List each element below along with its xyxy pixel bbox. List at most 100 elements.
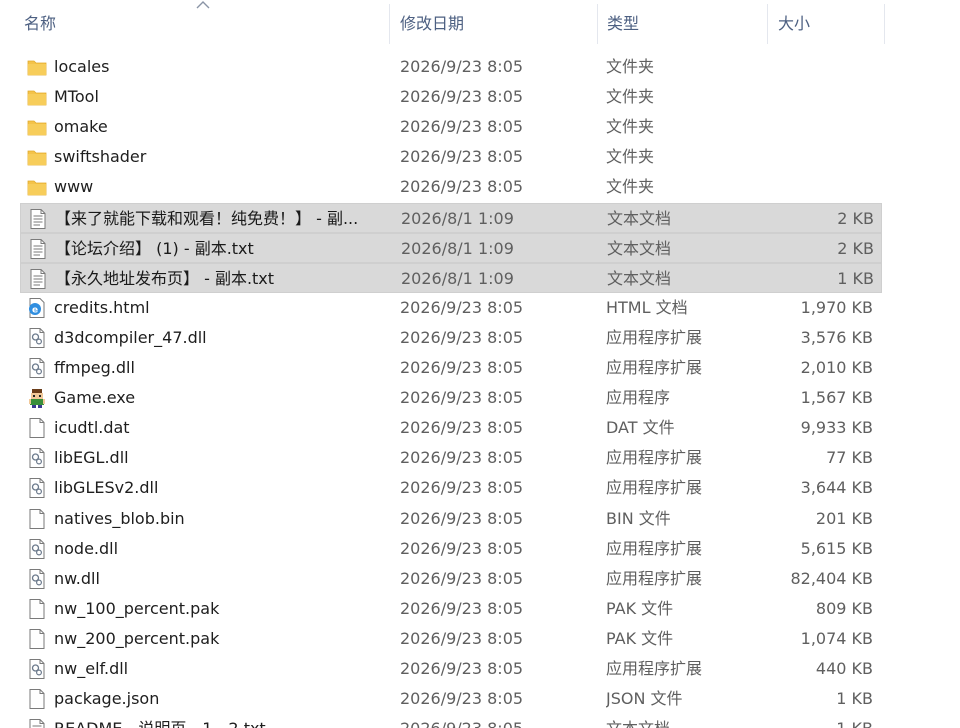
file-type: 文本文档 [606, 714, 766, 728]
file-row[interactable]: nw.dll 2026/9/23 8:05 应用程序扩展 82,404 KB [20, 564, 882, 594]
file-type: 文本文档 [607, 238, 672, 258]
file-modified-date: 2026/9/23 8:05 [400, 478, 524, 498]
file-size: 1 KB [837, 268, 874, 288]
file-size [760, 142, 873, 172]
blank-file-icon [26, 688, 48, 710]
file-row[interactable]: www 2026/9/23 8:05 文件夹 [20, 172, 882, 202]
file-size: 5,615 KB [800, 538, 873, 558]
file-type: 文件夹 [606, 87, 655, 107]
file-size: 1 KB [760, 714, 873, 728]
file-type: HTML 文档 [606, 297, 688, 317]
file-name: nw_100_percent.pak [54, 598, 220, 618]
file-name: credits.html [54, 297, 150, 317]
file-size: 1 KB [836, 689, 873, 709]
file-modified-date: 2026/8/1 1:09 [401, 238, 514, 258]
file-row[interactable]: node.dll 2026/9/23 8:05 应用程序扩展 5,615 KB [20, 534, 882, 564]
file-modified-date: 2026/9/23 8:05 [400, 57, 524, 76]
file-row[interactable]: e credits.html 2026/9/23 8:05 HTML 文档 1,970 … [20, 293, 882, 323]
file-modified-date: 2026/9/23 8:05 [400, 689, 524, 709]
file-row[interactable]: 【永久地址发布页】 - 副本.txt 2026/8/1 1:09 文本文档 1 KB [20, 262, 882, 293]
file-type: PAK 文件 [606, 598, 674, 618]
blank-file-icon [26, 508, 48, 530]
file-row[interactable]: nw_elf.dll 2026/9/23 8:05 应用程序扩展 440 KB [20, 654, 882, 684]
file-row[interactable]: package.json 2026/9/23 8:05 JSON 文件 1 KB [20, 684, 882, 714]
file-modified-date: 2026/9/23 8:05 [400, 388, 524, 408]
browser-file-icon: e [26, 297, 48, 319]
file-name: omake [54, 117, 108, 137]
file-size: 1,970 KB [800, 297, 873, 317]
file-row[interactable]: natives_blob.bin 2026/9/23 8:05 BIN 文件 201 … [20, 504, 882, 534]
file-type: 文件夹 [606, 177, 655, 197]
dll-file-icon [26, 658, 48, 680]
file-type: 应用程序扩展 [606, 448, 703, 468]
file-type: 文本文档 [607, 208, 672, 228]
column-divider[interactable] [884, 4, 885, 44]
file-size: 2 KB [837, 238, 874, 258]
file-type: 应用程序 [606, 388, 671, 408]
file-size: 1,567 KB [800, 388, 873, 408]
file-name: Game.exe [54, 388, 136, 408]
file-name: package.json [54, 689, 160, 709]
file-row[interactable]: libEGL.dll 2026/9/23 8:05 应用程序扩展 77 KB [20, 443, 882, 473]
file-row[interactable]: Game.exe 2026/9/23 8:05 应用程序 1,567 KB [20, 383, 882, 413]
dll-file-icon [26, 568, 48, 590]
column-header-type[interactable]: 类型 [597, 0, 767, 46]
column-header-size[interactable]: 大小 [768, 0, 884, 46]
game-exe-icon [26, 387, 48, 409]
file-type: PAK 文件 [606, 628, 674, 648]
file-name: README - 说明页 - 1 - 2.txt [54, 714, 400, 728]
file-type: 文件夹 [606, 57, 655, 76]
file-type: 应用程序扩展 [606, 538, 703, 558]
file-row[interactable]: 【论坛介绍】 (1) - 副本.txt 2026/8/1 1:09 文本文档 2 KB [20, 232, 882, 263]
file-row[interactable]: libGLESv2.dll 2026/9/23 8:05 应用程序扩展 3,644 K… [20, 473, 882, 503]
file-row[interactable]: nw_200_percent.pak 2026/9/23 8:05 PAK 文件 1,… [20, 624, 882, 654]
folder-icon [26, 56, 48, 78]
file-name: nw_elf.dll [54, 659, 129, 678]
column-header-date[interactable]: 修改日期 [390, 0, 597, 46]
file-type: 应用程序扩展 [606, 327, 703, 347]
file-modified-date: 2026/9/23 8:05 [400, 568, 524, 588]
folder-icon [26, 146, 48, 168]
file-row[interactable]: 【来了就能下载和观看！纯免费！】 - 副... 2026/8/1 1:09 文本文档… [20, 202, 882, 233]
file-size: 82,404 KB [790, 568, 873, 588]
text-file-icon [27, 268, 49, 290]
file-row[interactable]: MTool 2026/9/23 8:05 文件夹 [20, 82, 882, 112]
folder-icon [26, 176, 48, 198]
dll-file-icon [26, 447, 48, 469]
file-row[interactable]: icudtl.dat 2026/9/23 8:05 DAT 文件 9,933 KB [20, 413, 882, 443]
file-row[interactable]: ffmpeg.dll 2026/9/23 8:05 应用程序扩展 2,010 KB [20, 353, 882, 383]
file-name: nw.dll [54, 568, 100, 588]
file-modified-date: 2026/9/23 8:05 [400, 87, 524, 107]
file-type: 文件夹 [606, 147, 655, 167]
file-name: MTool [54, 87, 99, 107]
file-size [760, 172, 873, 202]
svg-text:e: e [32, 305, 38, 315]
file-modified-date: 2026/8/1 1:09 [401, 208, 514, 228]
file-row[interactable]: omake 2026/9/23 8:05 文件夹 [20, 112, 882, 142]
file-size: 809 KB [815, 598, 873, 618]
folder-icon [26, 86, 48, 108]
file-name: 【来了就能下载和观看！纯免费！】 - 副... [55, 208, 359, 228]
file-size: 201 KB [815, 508, 873, 528]
file-name: libEGL.dll [54, 448, 129, 468]
file-modified-date: 2026/9/23 8:05 [400, 659, 524, 678]
file-modified-date: 2026/9/23 8:05 [400, 538, 524, 558]
file-name: icudtl.dat [54, 418, 130, 438]
file-modified-date: 2026/9/23 8:05 [400, 117, 524, 137]
file-type: JSON 文件 [606, 689, 683, 709]
file-row[interactable]: swiftshader 2026/9/23 8:05 文件夹 [20, 142, 882, 172]
file-row[interactable]: d3dcompiler_47.dll 2026/9/23 8:05 应用程序扩展 3,… [20, 323, 882, 353]
dll-file-icon [26, 327, 48, 349]
blank-file-icon [26, 628, 48, 650]
file-name: 【论坛介绍】 (1) - 副本.txt [55, 238, 254, 258]
file-row[interactable]: locales 2026/9/23 8:05 文件夹 [20, 52, 882, 82]
sort-ascending-icon [196, 1, 210, 9]
text-file-icon [26, 718, 48, 728]
file-modified-date: 2026/9/23 8:05 [400, 177, 524, 197]
text-file-icon [27, 208, 49, 230]
file-type: 应用程序扩展 [606, 478, 703, 498]
file-row[interactable]: README - 说明页 - 1 - 2.txt2026/9/23 8:05 文本… [20, 714, 882, 728]
folder-icon [26, 116, 48, 138]
file-modified-date: 2026/9/23 8:05 [400, 448, 524, 468]
file-row[interactable]: nw_100_percent.pak 2026/9/23 8:05 PAK 文件 80… [20, 594, 882, 624]
